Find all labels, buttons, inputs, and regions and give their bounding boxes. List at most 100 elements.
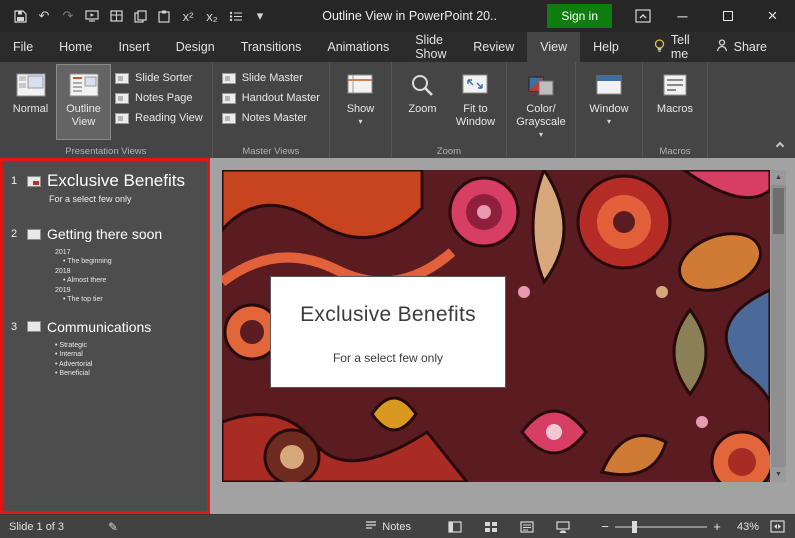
outline-bullet[interactable]: Advertorial	[55, 360, 207, 369]
zoom-level[interactable]: 43%	[727, 521, 765, 533]
subscript-icon[interactable]: x₂	[200, 0, 224, 32]
maximize-button[interactable]	[705, 0, 750, 32]
outline-slide-title[interactable]: Exclusive Benefits	[47, 171, 185, 191]
spell-check-icon[interactable]: ✎	[108, 520, 118, 534]
outline-bullet[interactable]: Almost there	[63, 276, 207, 285]
slide-master-label: Slide Master	[241, 72, 303, 84]
slide-text-box[interactable]: Exclusive Benefits For a select few only	[270, 276, 506, 388]
notes-master-button[interactable]: Notes Master	[217, 110, 325, 126]
macros-button[interactable]: Macros	[647, 65, 703, 139]
undo-icon[interactable]: ↶	[32, 0, 56, 32]
outline-bullet[interactable]: Beneficial	[55, 369, 207, 378]
vertical-scrollbar[interactable]: ▲ ▼	[771, 170, 786, 482]
window-button[interactable]: Window ▾	[580, 65, 638, 139]
outline-slide-1: 1 Exclusive Benefits For a select few on…	[11, 171, 207, 204]
color-grayscale-group: Color/ Grayscale ▾	[507, 62, 576, 158]
share-button[interactable]: Share	[702, 32, 781, 62]
normal-view-shortcut-icon[interactable]	[437, 515, 473, 538]
tell-me-button[interactable]: Tell me	[642, 32, 702, 62]
powerpoint-window: ↶ ↷ x² x₂ ▾ Outline View in PowerPoint 2…	[0, 0, 795, 538]
table-icon[interactable]	[104, 0, 128, 32]
scroll-up-icon[interactable]: ▲	[771, 170, 786, 185]
copy-pages-icon[interactable]	[128, 0, 152, 32]
tab-animations[interactable]: Animations	[314, 32, 402, 62]
slide-show-shortcut-icon[interactable]	[545, 515, 581, 538]
zoom-in-button[interactable]: +	[707, 519, 727, 534]
zoom-slider-thumb[interactable]	[631, 520, 637, 533]
tab-slide-show[interactable]: Slide Show	[402, 32, 460, 62]
slide-counter: Slide 1 of 3	[9, 520, 65, 533]
slide-icon[interactable]	[27, 321, 41, 333]
lightbulb-icon	[654, 38, 665, 56]
redo-icon[interactable]: ↷	[56, 0, 80, 32]
outline-bullet[interactable]: 2017	[55, 248, 207, 257]
slide-sorter-shortcut-icon[interactable]	[473, 515, 509, 538]
outline-bullet[interactable]: Strategic	[55, 341, 207, 350]
handout-master-icon	[221, 92, 236, 104]
notes-page-button[interactable]: Notes Page	[110, 90, 208, 106]
tab-insert[interactable]: Insert	[106, 32, 163, 62]
qat-menu-caret-icon[interactable]: ▾	[248, 0, 272, 32]
zoom-button[interactable]: Zoom	[396, 65, 449, 139]
handout-master-label: Handout Master	[241, 92, 320, 104]
zoom-out-button[interactable]: −	[595, 519, 615, 534]
scrollbar-thumb[interactable]	[773, 188, 784, 234]
show-button[interactable]: Show ▾	[334, 65, 387, 139]
tab-home[interactable]: Home	[46, 32, 105, 62]
scroll-down-icon[interactable]: ▼	[771, 467, 786, 482]
zoom-slider[interactable]	[615, 515, 707, 538]
slide-master-button[interactable]: Slide Master	[217, 70, 325, 86]
slide-icon[interactable]	[27, 175, 41, 187]
notes-master-icon	[221, 112, 236, 124]
zoom-slider-track[interactable]	[615, 525, 707, 528]
save-icon[interactable]	[8, 0, 32, 32]
tab-review[interactable]: Review	[460, 32, 527, 62]
quick-access-toolbar: ↶ ↷ x² x₂ ▾	[0, 0, 272, 32]
tab-help[interactable]: Help	[580, 32, 632, 62]
reading-view-button[interactable]: Reading View	[110, 110, 208, 126]
close-button[interactable]: ×	[750, 0, 795, 32]
normal-view-button[interactable]: Normal	[4, 65, 57, 139]
outline-bullet[interactable]: 2019	[55, 286, 207, 295]
slide-number: 1	[11, 175, 18, 187]
slide-title-text[interactable]: Exclusive Benefits	[300, 303, 476, 327]
outline-subtitle[interactable]: For a select few only	[49, 194, 207, 204]
master-views-group: Slide Master Handout Master Notes Master…	[213, 62, 330, 158]
color-grayscale-button[interactable]: Color/ Grayscale ▾	[511, 65, 571, 139]
paste-icon[interactable]	[152, 0, 176, 32]
sign-in-button[interactable]: Sign in	[547, 4, 613, 28]
notes-toggle-button[interactable]: Notes	[357, 520, 419, 533]
slide-sorter-button[interactable]: Slide Sorter	[110, 70, 208, 86]
reading-view-shortcut-icon[interactable]	[509, 515, 545, 538]
tab-transitions[interactable]: Transitions	[228, 32, 315, 62]
start-slideshow-icon[interactable]	[80, 0, 104, 32]
fit-to-window-button[interactable]: Fit to Window	[449, 65, 502, 139]
outline-view-button[interactable]: Outline View	[56, 64, 111, 140]
slide-subtitle-text[interactable]: For a select few only	[333, 351, 443, 365]
outline-slide-title[interactable]: Communications	[47, 319, 151, 335]
bullets-icon[interactable]	[224, 0, 248, 32]
outline-bullet[interactable]: 2018	[55, 267, 207, 276]
outline-slide-title[interactable]: Getting there soon	[47, 226, 162, 242]
handout-master-button[interactable]: Handout Master	[217, 90, 325, 106]
ribbon-display-options-icon[interactable]	[626, 0, 660, 32]
tab-file[interactable]: File	[0, 32, 46, 62]
scrollbar-track[interactable]	[771, 185, 786, 467]
minimize-button[interactable]: ─	[660, 0, 705, 32]
outline-bullet[interactable]: Internal	[55, 350, 207, 359]
fit-slide-to-window-icon[interactable]	[765, 520, 795, 533]
outline-pane[interactable]: 1 Exclusive Benefits For a select few on…	[0, 158, 210, 514]
tab-design[interactable]: Design	[163, 32, 228, 62]
slide-editing-area[interactable]: Exclusive Benefits For a select few only…	[210, 158, 795, 514]
show-caret-icon: ▾	[358, 117, 363, 127]
superscript-icon[interactable]: x²	[176, 0, 200, 32]
slide-canvas[interactable]: Exclusive Benefits For a select few only	[222, 170, 770, 482]
outline-bullet[interactable]: The beginning	[63, 257, 207, 266]
outline-slide-2-header: 2 Getting there soon	[11, 226, 207, 242]
collapse-ribbon-icon[interactable]	[775, 141, 785, 151]
window-title: Outline View in PowerPoint 20..	[322, 9, 498, 23]
outline-bullet[interactable]: The top tier	[63, 295, 207, 304]
tab-view[interactable]: View	[527, 32, 581, 62]
color-grayscale-icon	[527, 70, 555, 100]
slide-icon[interactable]	[27, 228, 41, 240]
